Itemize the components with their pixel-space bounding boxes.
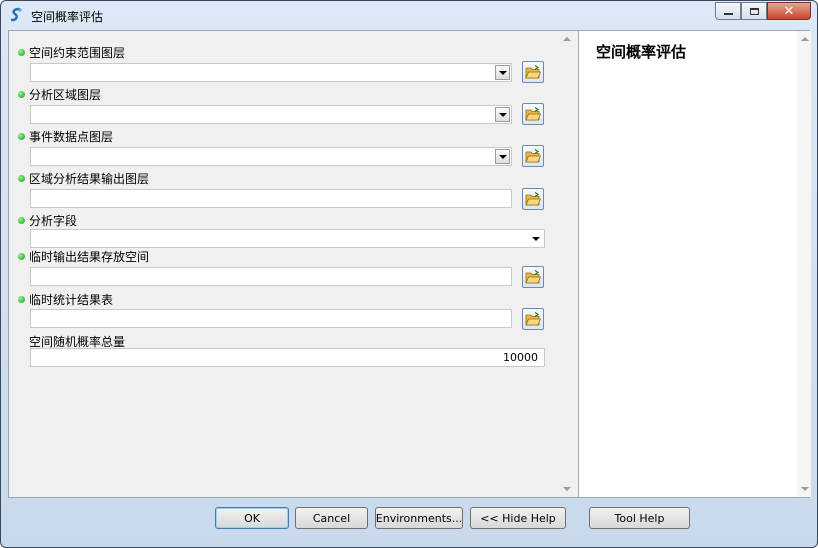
random-probability-total-input[interactable]: 10000	[30, 348, 545, 367]
param-label-output-layer: 区域分析结果输出图层	[29, 172, 150, 186]
browse-event-points-layer-button[interactable]	[522, 145, 544, 167]
analysis-area-layer-combo[interactable]	[30, 105, 512, 124]
maximize-button[interactable]	[741, 2, 767, 20]
browse-analysis-area-layer-button[interactable]	[522, 103, 544, 125]
scroll-down-icon[interactable]	[801, 487, 809, 491]
required-indicator-icon	[18, 217, 25, 224]
open-folder-icon	[525, 270, 541, 284]
dialog-client-area: 空间约束范围图层 分析区域图层 事件数据点图层 区域分析结果输出图层 分析字段 …	[8, 30, 811, 498]
close-icon: ✕	[783, 3, 795, 19]
scroll-down-icon[interactable]	[563, 487, 571, 491]
param-label-temp-stats-table: 临时统计结果表	[29, 293, 114, 307]
open-folder-icon	[525, 107, 541, 121]
help-title: 空间概率评估	[596, 43, 687, 61]
browse-temp-stats-table-button[interactable]	[522, 308, 544, 330]
dropdown-arrow-icon[interactable]	[495, 149, 510, 164]
param-label-temp-output-workspace: 临时输出结果存放空间	[29, 250, 150, 264]
required-indicator-icon	[18, 133, 25, 140]
tool-app-icon	[8, 7, 24, 23]
help-pane: 空间概率评估	[578, 31, 811, 497]
open-folder-icon	[525, 65, 541, 79]
temp-stats-table-input[interactable]	[30, 309, 512, 328]
tool-dialog-window: 空间概率评估 ✕ 空间约束范围图层 分析区域图层 事件数据点图层 区域分析结果输…	[0, 0, 818, 548]
required-indicator-icon	[18, 91, 25, 98]
param-label-analysis-area-layer: 分析区域图层	[29, 88, 102, 102]
required-indicator-icon	[18, 253, 25, 260]
param-label-analysis-field: 分析字段	[29, 214, 78, 228]
caption-buttons: ✕	[715, 2, 811, 22]
event-points-layer-combo[interactable]	[30, 147, 512, 166]
close-button[interactable]: ✕	[767, 2, 811, 20]
scroll-up-icon[interactable]	[801, 37, 809, 41]
random-probability-total-value: 10000	[503, 351, 538, 364]
hide-help-button[interactable]: << Hide Help	[470, 507, 566, 529]
open-folder-icon	[525, 149, 541, 163]
maximize-icon	[749, 7, 759, 15]
parameters-pane: 空间约束范围图层 分析区域图层 事件数据点图层 区域分析结果输出图层 分析字段 …	[9, 31, 573, 497]
title-bar[interactable]: 空间概率评估 ✕	[1, 1, 817, 29]
parameters-scrollbar[interactable]	[559, 31, 573, 497]
window-title: 空间概率评估	[31, 10, 104, 24]
dialog-button-bar: OK Cancel Environments... << Hide Help T…	[1, 498, 817, 547]
param-label-event-points-layer: 事件数据点图层	[29, 130, 114, 144]
temp-output-workspace-input[interactable]	[30, 267, 512, 286]
dropdown-arrow-icon[interactable]	[495, 107, 510, 122]
ok-button[interactable]: OK	[215, 507, 289, 529]
browse-constraint-layer-button[interactable]	[522, 61, 544, 83]
constraint-layer-combo[interactable]	[30, 63, 512, 82]
scroll-up-icon[interactable]	[563, 37, 571, 41]
environments-button[interactable]: Environments...	[375, 507, 463, 529]
dropdown-arrow-icon[interactable]	[532, 237, 540, 241]
browse-temp-workspace-button[interactable]	[522, 266, 544, 288]
dropdown-arrow-icon[interactable]	[495, 65, 510, 80]
open-folder-icon	[525, 312, 541, 326]
cancel-button[interactable]: Cancel	[295, 507, 368, 529]
required-indicator-icon	[18, 175, 25, 182]
tool-help-button[interactable]: Tool Help	[589, 507, 690, 529]
minimize-button[interactable]	[715, 2, 741, 20]
help-scrollbar[interactable]	[797, 31, 811, 497]
minimize-icon	[723, 13, 733, 15]
required-indicator-icon	[18, 296, 25, 303]
required-indicator-icon	[18, 49, 25, 56]
open-folder-icon	[525, 192, 541, 206]
param-label-constraint-layer: 空间约束范围图层	[29, 46, 126, 60]
output-layer-input[interactable]	[30, 189, 512, 208]
analysis-field-combo[interactable]	[30, 229, 545, 248]
browse-output-layer-button[interactable]	[522, 188, 544, 210]
